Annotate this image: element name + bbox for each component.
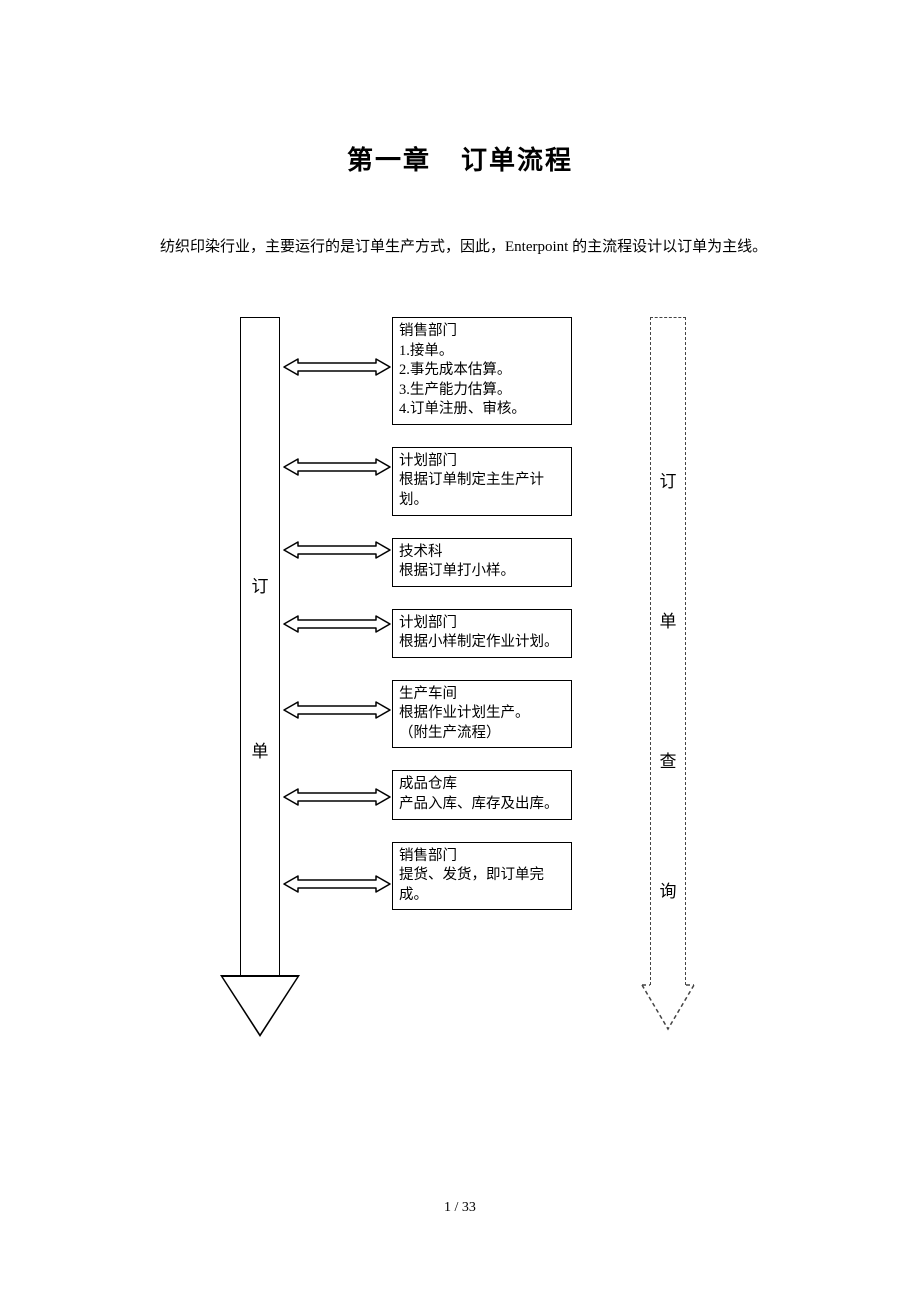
title-subject: 订单流程 (461, 146, 573, 175)
process-box-body: 根据作业计划生产。 （附生产流程） (399, 704, 565, 743)
right-arrow-label-1: 订 (650, 467, 686, 492)
right-arrow-label-2: 单 (650, 607, 686, 632)
process-box-body: 根据订单打小样。 (399, 562, 565, 582)
process-box: 销售部门提货、发货，即订单完成。 (392, 842, 572, 911)
process-box: 计划部门根据小样制定作业计划。 (392, 609, 572, 658)
page-number: 1 / 33 (0, 1200, 920, 1216)
chapter-title: 第一章 订单流程 (130, 140, 790, 177)
process-box: 成品仓库产品入库、库存及出库。 (392, 770, 572, 819)
process-box-column: 销售部门1.接单。 2.事先成本估算。 3.生产能力估算。 4.订单注册、审核。… (392, 317, 572, 932)
double-arrow-icon (282, 540, 392, 560)
double-arrow-icon (282, 700, 392, 720)
arrow-head-icon (220, 975, 300, 1037)
left-arrow-label-2: 单 (240, 737, 280, 762)
title-chapter: 第一章 (347, 146, 431, 175)
process-box: 销售部门1.接单。 2.事先成本估算。 3.生产能力估算。 4.订单注册、审核。 (392, 317, 572, 425)
double-arrow-icon (282, 787, 392, 807)
process-box: 技术科根据订单打小样。 (392, 538, 572, 587)
process-box-dept: 销售部门 (399, 322, 565, 342)
intro-paragraph: 纺织印染行业，主要运行的是订单生产方式，因此，Enterpoint 的主流程设计… (130, 232, 790, 262)
process-box-body: 根据小样制定作业计划。 (399, 633, 565, 653)
document-page: 第一章 订单流程 纺织印染行业，主要运行的是订单生产方式，因此，Enterpoin… (0, 0, 920, 1097)
order-query-arrow: 订 单 查 询 (646, 317, 690, 1037)
process-box-dept: 计划部门 (399, 614, 565, 634)
process-box-body: 提货、发货，即订单完成。 (399, 866, 565, 905)
double-arrow-icon (282, 457, 392, 477)
process-box-dept: 计划部门 (399, 452, 565, 472)
process-box-body: 产品入库、库存及出库。 (399, 795, 565, 815)
left-arrow-label-1: 订 (240, 572, 280, 597)
process-box-body: 根据订单制定主生产计划。 (399, 471, 565, 510)
right-arrow-label-4: 询 (650, 877, 686, 902)
order-main-arrow: 订 单 (230, 317, 290, 1037)
arrow-shaft (240, 317, 280, 977)
double-arrow-icon (282, 357, 392, 377)
right-arrow-label-3: 查 (650, 747, 686, 772)
process-box-dept: 成品仓库 (399, 775, 565, 795)
flow-diagram: 订 单 销售部门1.接单。 2.事先成本估算。 3.生产能力估算。 4.订单注册… (230, 317, 690, 1097)
process-box-dept: 技术科 (399, 543, 565, 563)
process-box-dept: 销售部门 (399, 847, 565, 867)
double-arrow-icon (282, 874, 392, 894)
process-box-dept: 生产车间 (399, 685, 565, 705)
process-box: 生产车间根据作业计划生产。 （附生产流程） (392, 680, 572, 749)
process-box: 计划部门根据订单制定主生产计划。 (392, 447, 572, 516)
double-arrow-icon (282, 614, 392, 634)
process-box-body: 1.接单。 2.事先成本估算。 3.生产能力估算。 4.订单注册、审核。 (399, 342, 565, 420)
arrow-head-dashed-icon (640, 983, 696, 1031)
